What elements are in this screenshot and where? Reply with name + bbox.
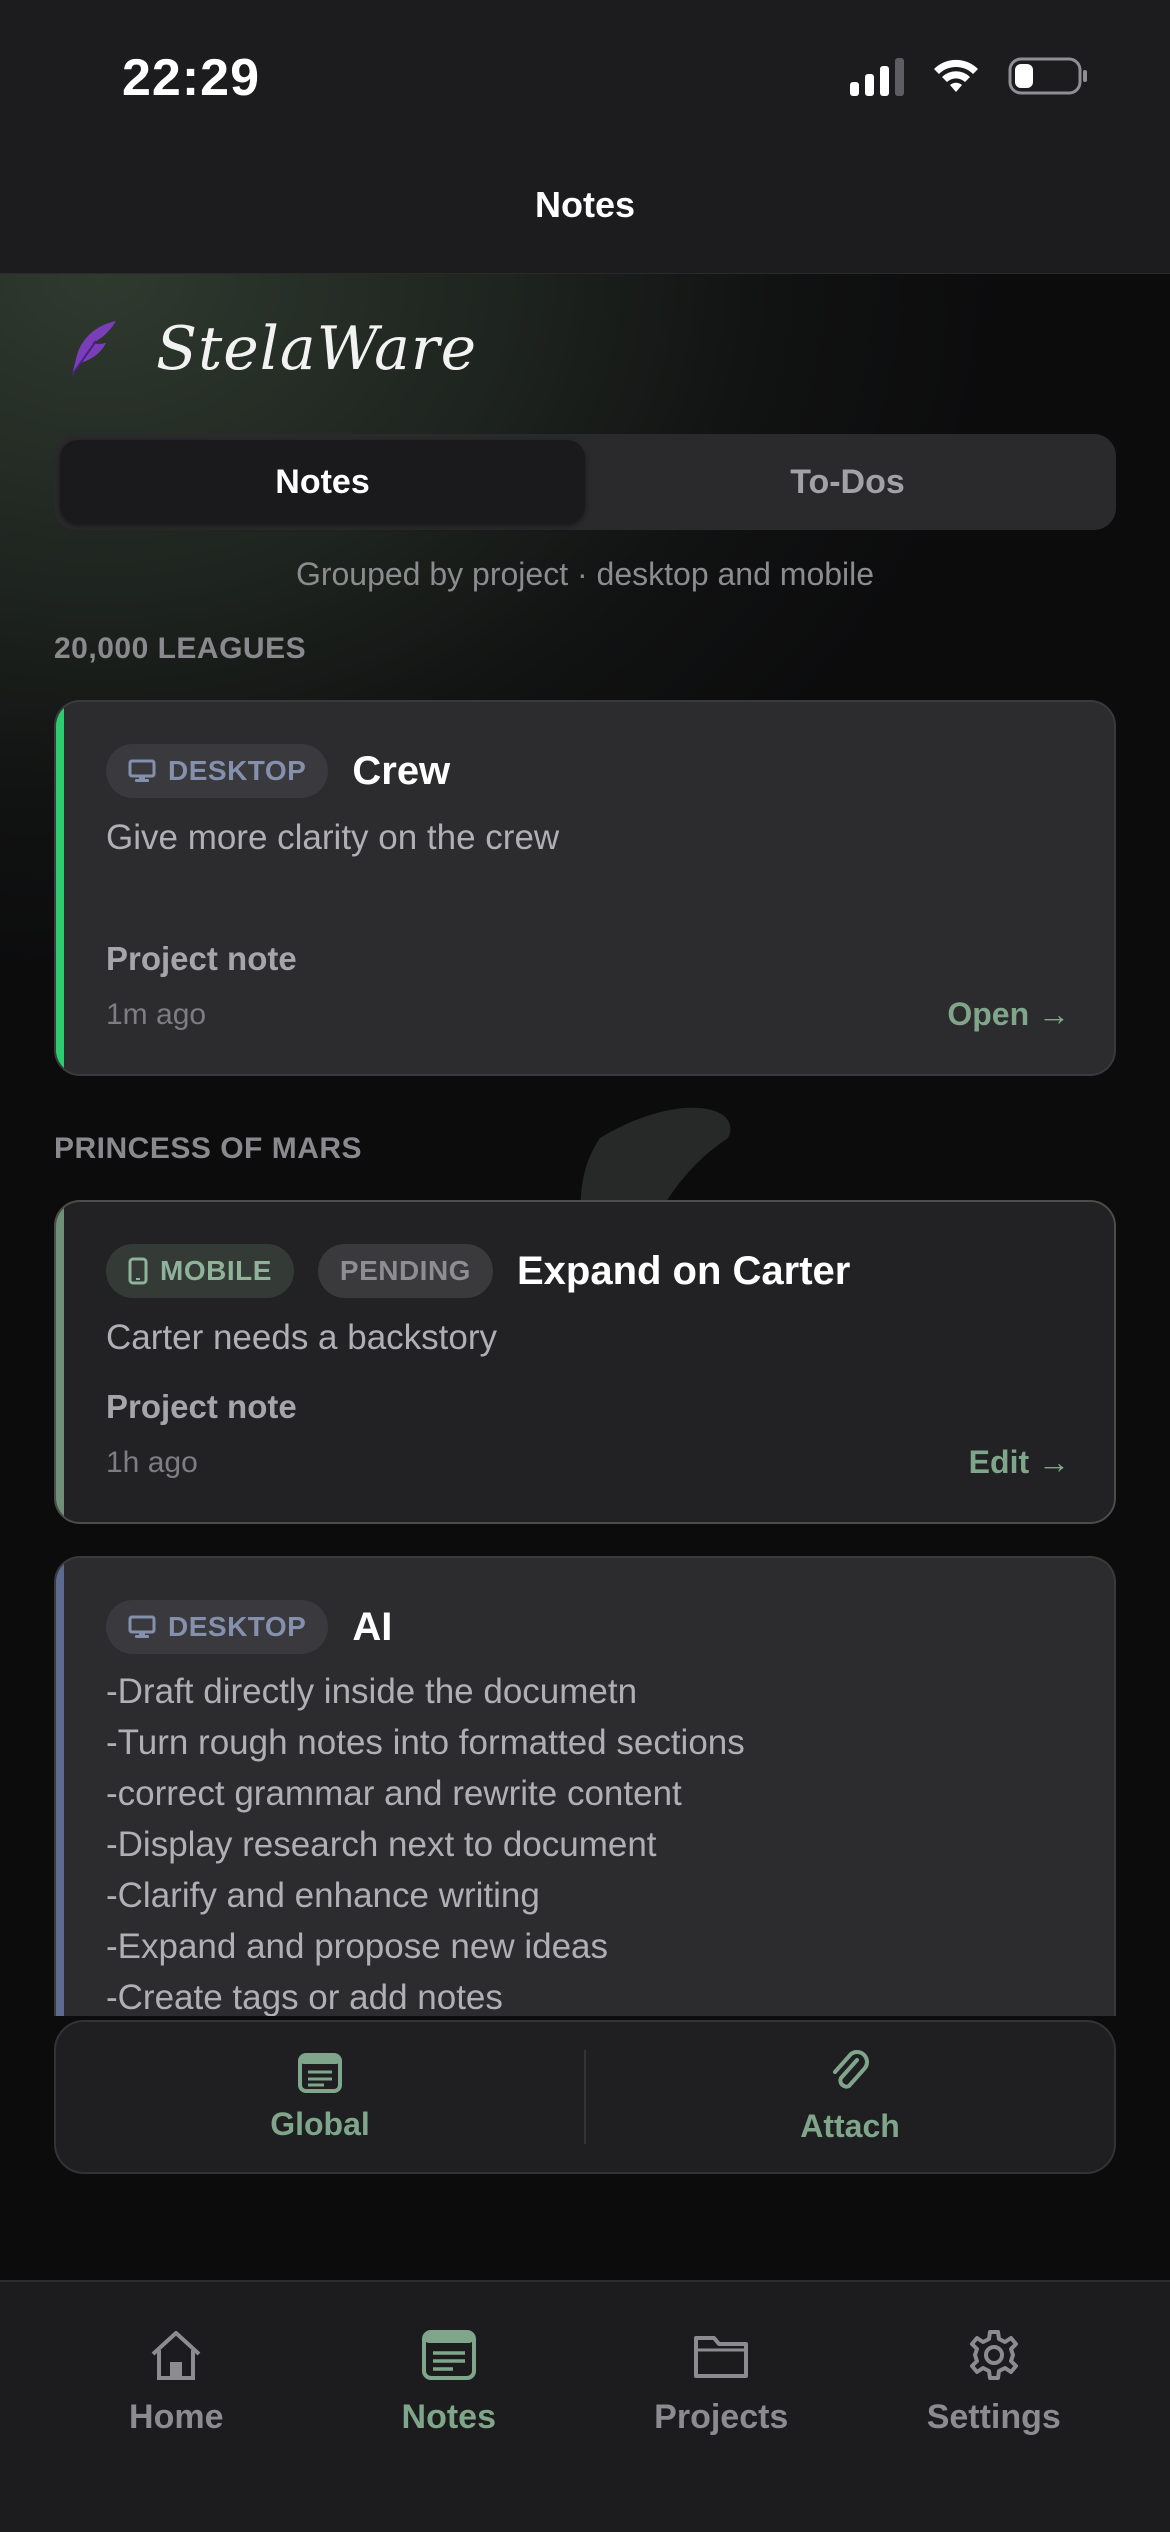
tab-settings[interactable]: Settings [858,2282,1131,2532]
group-label: 20,000 LEAGUES [54,632,307,665]
card-accent [56,702,64,1074]
desktop-icon [128,759,156,782]
notes-todos-segmented-control[interactable]: Notes To-Dos [54,434,1116,530]
card-header: DESKTOP Crew [106,744,450,798]
wifi-icon [934,59,978,92]
mobile-icon [128,1257,148,1285]
status-bar: 22:29 [0,0,1170,140]
tab-label: Projects [654,2398,789,2436]
note-body: Carter needs a backstory [106,1318,498,1357]
platform-badge-label: DESKTOP [168,755,307,786]
platform-badge-label: MOBILE [160,1255,272,1286]
note-body: Give more clarity on the crew [106,818,560,857]
note-timestamp: 1m ago [106,998,207,1031]
global-notes-icon [298,2052,342,2093]
edit-note-link[interactable]: Edit → [969,1444,1070,1481]
desktop-icon [128,1615,156,1638]
quill-logo-icon [71,321,116,376]
global-button-label: Global [270,2105,370,2142]
status-time: 22:29 [122,49,260,107]
quick-action-bar: Global Attach [54,2020,1116,2174]
attach-button[interactable]: Attach [586,2022,1114,2172]
brand-name: StelaWare [156,314,478,384]
open-note-link[interactable]: Open → [947,996,1070,1033]
brand-header: StelaWare [66,314,477,384]
platform-badge: MOBILE [106,1244,294,1298]
segment-todos[interactable]: To-Dos [585,440,1110,524]
note-title: Crew [352,748,451,793]
notes-icon [421,2330,476,2380]
note-card[interactable]: DESKTOP AI -Draft directly inside the do… [54,1556,1116,2016]
tab-notes[interactable]: Notes [313,2282,586,2532]
cellular-signal-icon [850,56,904,96]
tab-bar: Home Notes Projects Settings [0,2280,1170,2532]
note-title: Expand on Carter [516,1248,851,1293]
folder-icon [694,2336,749,2378]
nav-header: Notes [0,140,1170,274]
note-card[interactable]: MOBILE PENDING Expand on Carter Carter n… [54,1200,1116,1524]
platform-badge: DESKTOP [106,744,329,798]
note-card[interactable]: DESKTOP Crew Give more clarity on the cr… [54,700,1116,1076]
segment-notes[interactable]: Notes [60,440,585,524]
tab-home[interactable]: Home [40,2282,313,2532]
attach-button-label: Attach [800,2107,900,2144]
card-header: MOBILE PENDING Expand on Carter [106,1244,850,1298]
tab-label: Home [129,2398,224,2436]
note-kind: Project note [106,1388,297,1425]
tab-label: Notes [401,2398,496,2436]
platform-badge-label: DESKTOP [168,1611,307,1642]
platform-badge: DESKTOP [106,1600,329,1654]
page-title: Notes [534,184,636,225]
paperclip-icon [833,2049,869,2089]
battery-icon [1008,57,1087,95]
notes-screen[interactable]: StelaWare Notes To-Dos Grouped by projec… [0,274,1170,2280]
gear-icon [969,2330,1018,2380]
card-accent [56,1558,64,2016]
note-kind: Project note [106,940,297,977]
grouping-subtitle: Grouped by project · desktop and mobile [295,556,875,592]
card-accent [56,1202,64,1522]
group-label: PRINCESS OF MARS [54,1132,363,1165]
sync-status-badge: PENDING [317,1244,493,1298]
tab-projects[interactable]: Projects [585,2282,858,2532]
card-header: DESKTOP AI [106,1600,392,1654]
note-timestamp: 1h ago [106,1446,198,1479]
home-icon [151,2331,201,2380]
note-title: AI [352,1604,393,1649]
tab-label: Settings [926,2398,1061,2436]
note-body: -Draft directly inside the documetn -Tur… [106,1672,745,2016]
global-notes-button[interactable]: Global [56,2022,584,2172]
status-icons [850,56,1090,96]
